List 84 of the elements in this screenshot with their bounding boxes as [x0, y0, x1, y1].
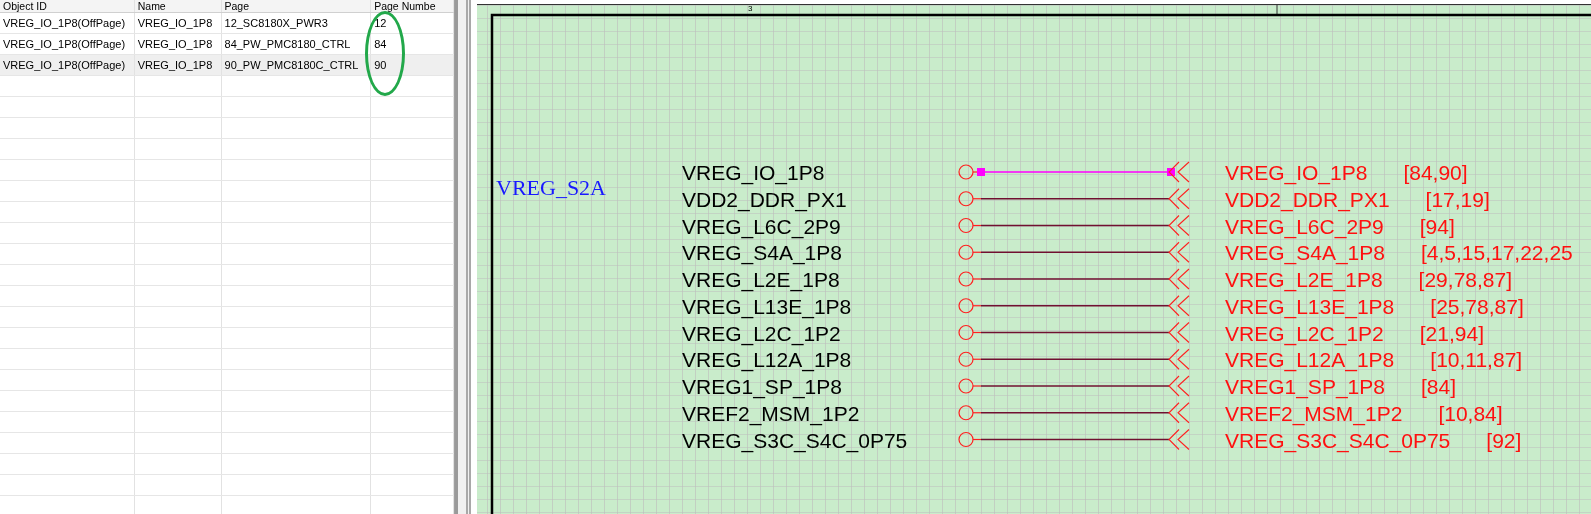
- wire[interactable]: [972, 438, 1170, 441]
- zone-marker: 3: [748, 4, 753, 13]
- table-cell: 12_SC8180X_PWR3: [221, 13, 372, 33]
- net-name: VREG_L12A_1P8: [682, 348, 852, 372]
- offpage-label: VDD2_DDR_PX1: [1225, 187, 1390, 211]
- port-circle-icon[interactable]: [958, 244, 974, 260]
- page-reference: [25,78,87]: [1430, 294, 1524, 318]
- splitter[interactable]: [455, 0, 471, 514]
- wire[interactable]: [972, 198, 1170, 200]
- page-reference: [17,19]: [1425, 187, 1490, 211]
- wire[interactable]: [972, 412, 1170, 414]
- column-header[interactable]: Page Numbe: [371, 0, 454, 12]
- offpage-label: VREG_L13E_1P8: [1225, 294, 1395, 318]
- table-cell: VREG_IO_1P8: [134, 55, 222, 75]
- offpage-connector-icon[interactable]: [1168, 375, 1190, 397]
- table-cell: 90_PW_PMC8180C_CTRL: [221, 55, 372, 75]
- wire[interactable]: [972, 224, 1170, 227]
- offpage-connector-icon[interactable]: [1168, 321, 1190, 344]
- bus-label: VREG_S2A: [496, 175, 606, 200]
- offpage-label: VREG_L2C_1P2: [1225, 321, 1384, 345]
- net-name: VREG1_SP_1P8: [682, 375, 842, 398]
- offpage-connector-icon[interactable]: [1168, 214, 1190, 237]
- offpage-label: VREG1_SP_1P8: [1225, 375, 1385, 398]
- table-row[interactable]: VREG_IO_1P8(OffPage) VREG_IO_1P8 90_PW_PMC8180C_CTRL 90: [0, 55, 454, 76]
- port-circle-icon[interactable]: [958, 298, 974, 314]
- offpage-connector-icon[interactable]: [1168, 348, 1190, 370]
- table-row[interactable]: VREG_IO_1P8(OffPage) VREG_IO_1P8 12_SC8180X_PWR3 12: [0, 13, 454, 34]
- net-name: VREF2_MSM_1P2: [682, 401, 860, 425]
- page-reference: [84,90]: [1403, 161, 1468, 184]
- net-name: VREG_S3C_S4C_0P75: [682, 428, 908, 452]
- net-name: VREG_L2E_1P8: [682, 268, 840, 291]
- offpage-label: VREG_S3C_S4C_0P75: [1225, 428, 1451, 452]
- page-reference: [10,84]: [1438, 401, 1503, 425]
- offpage-label: VREG_L12A_1P8: [1225, 348, 1395, 372]
- page-reference: [94]: [1419, 214, 1455, 238]
- wire[interactable]: [972, 305, 1170, 307]
- port-circle-icon[interactable]: [958, 405, 974, 421]
- net-name: VREG_IO_1P8: [682, 161, 825, 184]
- port-circle-icon[interactable]: [958, 378, 974, 394]
- page-reference: [92]: [1486, 428, 1522, 452]
- offpage-connector-icon[interactable]: [1168, 241, 1190, 263]
- net-name: VREG_S4A_1P8: [682, 241, 842, 265]
- table-cell: VREG_IO_1P8: [134, 13, 222, 33]
- table-cell: VREG_IO_1P8(OffPage): [0, 13, 135, 33]
- offpage-label: VREG_L2E_1P8: [1225, 268, 1383, 291]
- wire[interactable]: [972, 251, 1170, 253]
- port-circle-icon[interactable]: [958, 191, 974, 207]
- table-cell: 12: [371, 13, 454, 33]
- offpage-label: VREG_IO_1P8: [1225, 161, 1368, 184]
- offpage-connector-icon[interactable]: [1168, 295, 1190, 317]
- table-cell: VREG_IO_1P8(OffPage): [0, 34, 135, 54]
- net-name: VREG_L13E_1P8: [682, 294, 852, 318]
- column-header[interactable]: Page: [221, 0, 372, 12]
- offpage-label: VREG_S4A_1P8: [1225, 241, 1385, 265]
- page-reference: [10,11,87]: [1430, 348, 1523, 372]
- wire[interactable]: [972, 358, 1170, 360]
- offpage-label: VREF2_MSM_1P2: [1225, 401, 1403, 425]
- table-cell: 84: [371, 34, 454, 54]
- page-reference: [21,94]: [1419, 321, 1484, 345]
- port-circle-icon[interactable]: [958, 164, 974, 180]
- table-cell: 84_PW_PMC8180_CTRL: [221, 34, 372, 54]
- net-name: VDD2_DDR_PX1: [682, 187, 847, 211]
- column-header[interactable]: Object ID: [0, 0, 135, 12]
- page-reference: [84]: [1420, 375, 1456, 398]
- port-circle-icon[interactable]: [958, 351, 974, 367]
- net-name: VREG_L2C_1P2: [682, 321, 841, 345]
- net-name: VREG_L6C_2P9: [682, 214, 841, 238]
- offpage-label: VREG_L6C_2P9: [1225, 214, 1384, 238]
- table-cell: VREG_IO_1P8(OffPage): [0, 55, 135, 75]
- offpage-connector-icon[interactable]: [1168, 268, 1190, 290]
- offpage-connector-icon[interactable]: [1168, 161, 1190, 183]
- offpage-connector-icon[interactable]: [1168, 402, 1190, 424]
- port-circle-icon[interactable]: [958, 324, 974, 341]
- page-reference: [29,78,87]: [1418, 268, 1513, 291]
- offpage-connector-icon[interactable]: [1168, 188, 1190, 210]
- port-circle-icon[interactable]: [958, 271, 974, 287]
- table-cell: 90: [371, 55, 454, 75]
- port-circle-icon[interactable]: [958, 431, 974, 448]
- port-circle-icon[interactable]: [958, 217, 974, 234]
- offpage-connector-icon[interactable]: [1168, 428, 1190, 451]
- wire[interactable]: [972, 331, 1170, 334]
- table-cell: VREG_IO_1P8: [134, 34, 222, 54]
- column-header[interactable]: Name: [134, 0, 222, 12]
- page-reference: [4,5,15,17,22,25: [1420, 241, 1573, 265]
